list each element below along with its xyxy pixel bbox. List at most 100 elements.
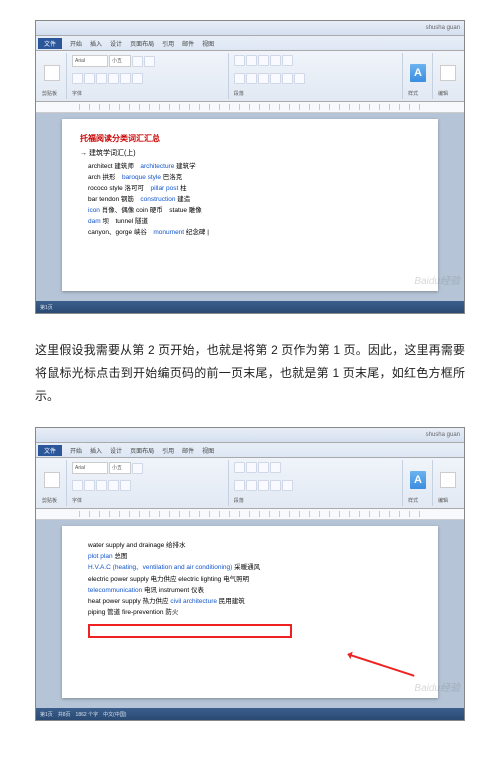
doc-line: water supply and drainage 给排水 [88, 540, 420, 551]
tab-insert[interactable]: 插入 [90, 39, 102, 48]
tab-insert[interactable]: 插入 [90, 446, 102, 455]
strike-icon[interactable] [108, 73, 119, 84]
indent-left-icon[interactable] [270, 55, 281, 66]
find-icon[interactable] [440, 472, 456, 488]
ruler [36, 509, 464, 520]
align-right-icon[interactable] [258, 73, 269, 84]
justify-icon[interactable] [270, 73, 281, 84]
doc-line: plot plan 总图 [88, 551, 420, 562]
page[interactable]: 托福阅读分类词汇汇总 建筑学词汇(上) architect 建筑师 archit… [62, 119, 438, 291]
doc-line: arch 拱形 baroque style 巴洛克 [88, 172, 420, 183]
tab-home[interactable]: 开始 [70, 39, 82, 48]
ribbon-tabs: 文件 开始 插入 设计 页面布局 引用 邮件 视图 [36, 443, 464, 458]
font-size-select[interactable]: 小五 [109, 462, 131, 474]
file-tab[interactable]: 文件 [38, 38, 62, 49]
status-text: 第1页 [40, 304, 53, 311]
keyword: plot plan [88, 553, 113, 560]
font-name-select[interactable]: Arial [72, 462, 108, 474]
tab-layout[interactable]: 页面布局 [130, 446, 154, 455]
bullets-icon[interactable] [234, 462, 245, 473]
status-bar: 第1页 [36, 301, 464, 313]
page[interactable]: water supply and drainage 给排水plot plan 总… [62, 526, 438, 698]
indent-right-icon[interactable] [270, 462, 281, 473]
tab-design[interactable]: 设计 [110, 446, 122, 455]
styles-group: A 样式 [404, 53, 433, 99]
paste-icon[interactable] [44, 472, 60, 488]
align-left-icon[interactable] [234, 73, 245, 84]
doc-line: bar tendon 钢筋 construction 建造 [88, 194, 420, 205]
watermark: Baidu经验 [414, 272, 460, 287]
keyword: telecommunication [88, 587, 142, 594]
italic-icon[interactable] [84, 73, 95, 84]
tab-view[interactable]: 视图 [202, 39, 214, 48]
styles-icon[interactable]: A [410, 64, 426, 82]
tab-mailings[interactable]: 邮件 [182, 39, 194, 48]
font-group: Arial 小五 字体 [68, 460, 229, 506]
ribbon: 剪贴板 Arial 小五 字体 [36, 51, 464, 102]
text-color-icon[interactable] [120, 480, 131, 491]
paragraph-label: 段落 [234, 90, 398, 97]
bold-icon[interactable] [72, 73, 83, 84]
find-icon[interactable] [440, 65, 456, 81]
align-center-icon[interactable] [246, 73, 257, 84]
document-area: water supply and drainage 给排水plot plan 总… [36, 520, 464, 708]
ribbon-tabs: 文件 开始 插入 设计 页面布局 引用 邮件 视图 [36, 36, 464, 51]
italic-icon[interactable] [84, 480, 95, 491]
align-center-icon[interactable] [246, 480, 257, 491]
bold-icon[interactable] [72, 480, 83, 491]
styles-group: A 样式 [404, 460, 433, 506]
borders-icon[interactable] [282, 480, 293, 491]
tab-references[interactable]: 引用 [162, 446, 174, 455]
numbering-icon[interactable] [246, 462, 257, 473]
tab-mailings[interactable]: 邮件 [182, 446, 194, 455]
grow-font-icon[interactable] [132, 56, 143, 67]
edit-label: 编辑 [438, 90, 458, 97]
tab-references[interactable]: 引用 [162, 39, 174, 48]
title-text: shusha guan [426, 25, 460, 31]
document-area: 托福阅读分类词汇汇总 建筑学词汇(上) architect 建筑师 archit… [36, 113, 464, 301]
bullets-icon[interactable] [234, 55, 245, 66]
doc-line: dam 坝 tunnel 隧道 [88, 216, 420, 227]
edit-group: 编辑 [434, 53, 462, 99]
clipboard-group: 剪贴板 [38, 53, 67, 99]
styles-icon[interactable]: A [410, 471, 426, 489]
grow-font-icon[interactable] [132, 463, 143, 474]
paste-icon[interactable] [44, 65, 60, 81]
tab-layout[interactable]: 页面布局 [130, 39, 154, 48]
keyword: H.V.A.C (heating、ventilation and air con… [88, 564, 232, 571]
title-bar: shusha guan [36, 428, 464, 443]
tab-view[interactable]: 视图 [202, 446, 214, 455]
underline-icon[interactable] [96, 73, 107, 84]
doc-line: canyon、gorge 峡谷 monument 纪念碑 | [88, 227, 420, 238]
word-window-2: shusha guan 文件 开始 插入 设计 页面布局 引用 邮件 视图 剪贴… [35, 427, 465, 721]
shrink-font-icon[interactable] [144, 56, 155, 67]
text-color-icon[interactable] [132, 73, 143, 84]
tab-home[interactable]: 开始 [70, 446, 82, 455]
multilevel-icon[interactable] [258, 55, 269, 66]
strike-icon[interactable] [108, 480, 119, 491]
justify-icon[interactable] [270, 480, 281, 491]
borders-icon[interactable] [294, 73, 305, 84]
edit-group: 编辑 [434, 460, 462, 506]
doc-line: heat power supply 热力供应 civil architectur… [88, 596, 420, 607]
title-text: shusha guan [426, 432, 460, 438]
doc-line: electric power supply 电力供应 electric ligh… [88, 574, 420, 585]
font-label: 字体 [72, 90, 224, 97]
tab-design[interactable]: 设计 [110, 39, 122, 48]
font-name-select[interactable]: Arial [72, 55, 108, 67]
subscript-icon[interactable] [120, 73, 131, 84]
keyword: architecture [140, 163, 174, 170]
indent-left-icon[interactable] [258, 462, 269, 473]
indent-right-icon[interactable] [282, 55, 293, 66]
align-left-icon[interactable] [234, 480, 245, 491]
file-tab[interactable]: 文件 [38, 445, 62, 456]
align-right-icon[interactable] [258, 480, 269, 491]
font-size-select[interactable]: 小五 [109, 55, 131, 67]
ribbon: 剪贴板 Arial 小五 字体 [36, 458, 464, 509]
doc-line: piping 管道 fire-prevention 防火 [88, 607, 420, 618]
shading-icon[interactable] [282, 73, 293, 84]
numbering-icon[interactable] [246, 55, 257, 66]
keyword: pillar post [151, 185, 179, 192]
keyword: civil architecture [170, 598, 217, 605]
underline-icon[interactable] [96, 480, 107, 491]
